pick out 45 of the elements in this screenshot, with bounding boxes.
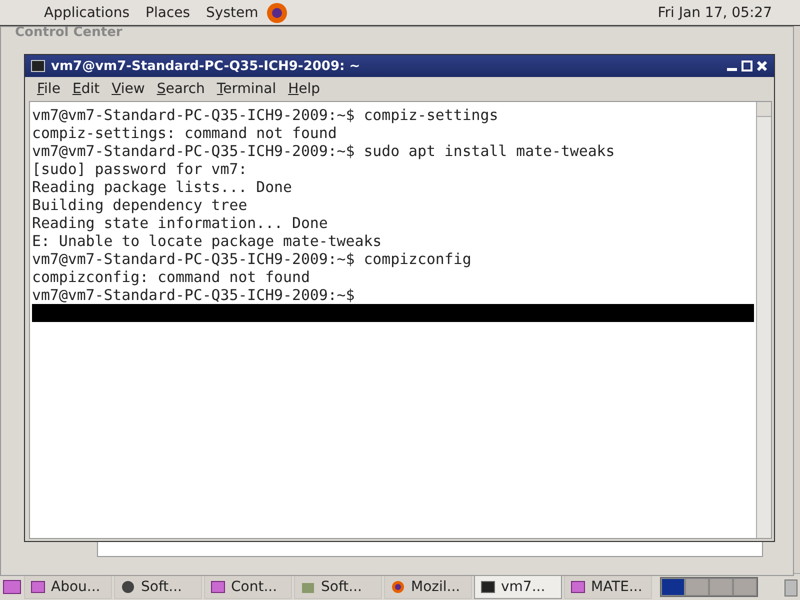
taskbar-button[interactable]: Abou... xyxy=(24,575,112,599)
trash-icon[interactable] xyxy=(784,577,798,597)
panel-menu[interactable]: Applications xyxy=(36,4,138,20)
terminal-line: Reading package lists... Done xyxy=(32,178,293,196)
workspace[interactable] xyxy=(661,578,685,596)
taskbar-button[interactable]: Mozil... xyxy=(384,575,472,599)
terminal-icon xyxy=(481,581,495,593)
scrollbar[interactable] xyxy=(756,102,771,538)
menu-item[interactable]: Help xyxy=(282,81,326,97)
terminal-line: compiz-settings: command not found xyxy=(32,124,338,142)
window-icon xyxy=(211,581,225,593)
box-icon xyxy=(301,580,315,594)
taskbar-button[interactable]: Soft... xyxy=(114,575,202,599)
window-icon[interactable] xyxy=(2,578,22,596)
close-icon[interactable] xyxy=(756,60,768,72)
window-title: Control Center xyxy=(15,25,122,40)
browser-icon[interactable] xyxy=(266,2,288,24)
terminal-line: Reading state information... Done xyxy=(32,214,329,232)
browser-icon xyxy=(391,580,405,594)
taskbar-button[interactable]: Soft... xyxy=(294,575,382,599)
menu-item[interactable]: File xyxy=(31,81,66,97)
menu-item[interactable]: Edit xyxy=(66,81,106,97)
window-icon xyxy=(31,581,45,593)
terminal-line: compizconfig: command not found xyxy=(32,268,311,286)
taskbar-button[interactable]: vm7... xyxy=(474,575,562,599)
terminal-line: Building dependency tree xyxy=(32,196,248,214)
window-title: vm7@vm7-Standard-PC-Q35-ICH9-2009: ~ xyxy=(51,58,360,74)
window-icon xyxy=(571,581,585,593)
clock[interactable]: Fri Jan 17, 05:27 xyxy=(658,4,772,20)
panel-menu[interactable]: Places xyxy=(138,4,198,20)
terminal-line: [sudo] password for vm7: xyxy=(32,160,248,178)
menu-item[interactable]: Search xyxy=(150,81,211,97)
terminal-line: vm7@vm7-Standard-PC-Q35-ICH9-2009:~$ sudo apt install mate-tweaks xyxy=(32,142,616,160)
menu-item[interactable]: Terminal xyxy=(210,81,282,97)
circle-icon xyxy=(121,580,135,594)
taskbar-button[interactable]: Cont... xyxy=(204,575,292,599)
maximize-icon[interactable] xyxy=(741,60,753,72)
terminal-line: vm7@vm7-Standard-PC-Q35-ICH9-2009:~$ compiz-settings xyxy=(32,106,500,124)
terminal-line: vm7@vm7-Standard-PC-Q35-ICH9-2009:~$ compizconfig xyxy=(32,250,472,268)
terminal-icon xyxy=(31,60,45,72)
taskbar-button[interactable]: MATE... xyxy=(564,575,652,599)
terminal-line: vm7@vm7-Standard-PC-Q35-ICH9-2009:~$ xyxy=(32,286,356,304)
terminal-line: E: Unable to locate package mate-tweaks xyxy=(32,232,383,250)
panel-menu[interactable]: System xyxy=(198,4,266,20)
menu-item[interactable]: View xyxy=(106,81,151,97)
